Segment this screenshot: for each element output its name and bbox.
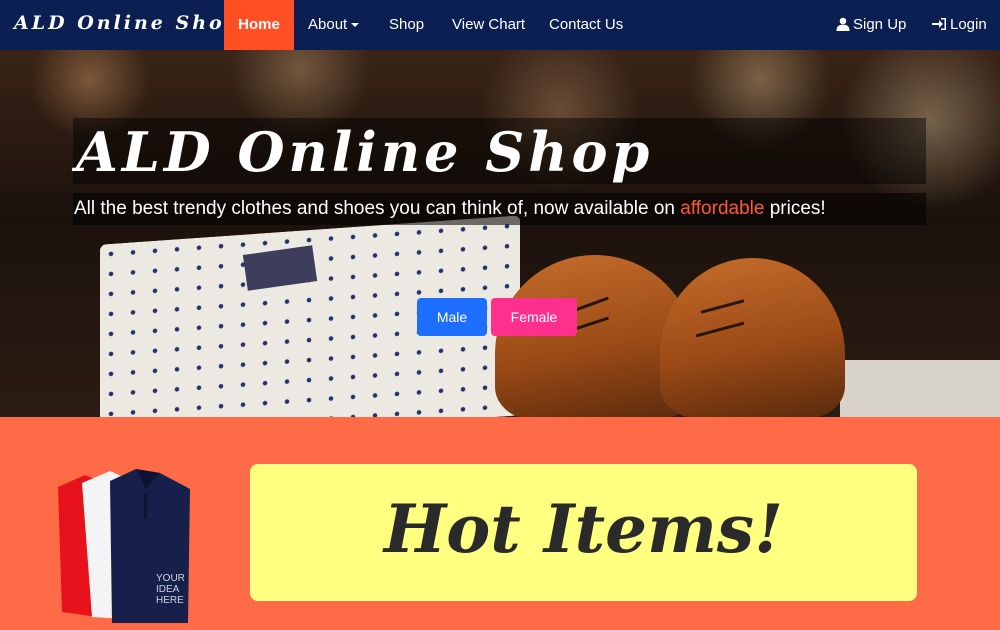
navbar: ALD Online Shop Home About Shop View Cha…	[0, 0, 1000, 50]
hero-subtitle-text: All the best trendy clothes and shoes yo…	[74, 198, 681, 219]
caret-down-icon	[351, 23, 360, 28]
login-icon	[932, 18, 946, 30]
shirt-print-line1: YOUR	[156, 573, 185, 584]
hot-items-banner: Hot Items!	[250, 464, 917, 601]
shirt-print-line2: IDEA	[156, 584, 180, 595]
hero-shoe-right	[660, 258, 845, 417]
hot-items-heading: Hot Items!	[383, 490, 784, 568]
hero-floor	[840, 360, 1000, 417]
nav-about-label: About	[308, 16, 348, 33]
hero-subtitle-accent: affordable	[680, 198, 765, 219]
nav-view-chart[interactable]: View Chart	[437, 0, 540, 50]
nav-home[interactable]: Home	[224, 0, 294, 50]
shirt-print-line3: HERE	[156, 595, 184, 606]
login-link[interactable]: Login	[932, 0, 987, 50]
signup-label: Sign Up	[853, 16, 907, 33]
nav-contact-us[interactable]: Contact Us	[534, 0, 638, 50]
hero-subtitle: All the best trendy clothes and shoes yo…	[74, 198, 826, 220]
user-icon	[836, 17, 850, 31]
hot-items-section: YOUR IDEA HERE Hot Items!	[0, 417, 1000, 630]
signup-link[interactable]: Sign Up	[836, 0, 906, 50]
hero-title: ALD Online Shop	[76, 120, 654, 184]
hero-banner: ALD Online Shop All the best trendy clot…	[0, 50, 1000, 417]
female-button[interactable]: Female	[491, 298, 577, 336]
hero-subtitle-end: prices!	[764, 198, 826, 219]
polo-shirts-image: YOUR IDEA HERE	[58, 469, 190, 623]
brand-logo[interactable]: ALD Online Shop	[14, 12, 241, 34]
login-label: Login	[950, 16, 987, 33]
nav-shop[interactable]: Shop	[374, 0, 439, 50]
male-button[interactable]: Male	[417, 298, 487, 336]
nav-about[interactable]: About	[293, 0, 374, 50]
